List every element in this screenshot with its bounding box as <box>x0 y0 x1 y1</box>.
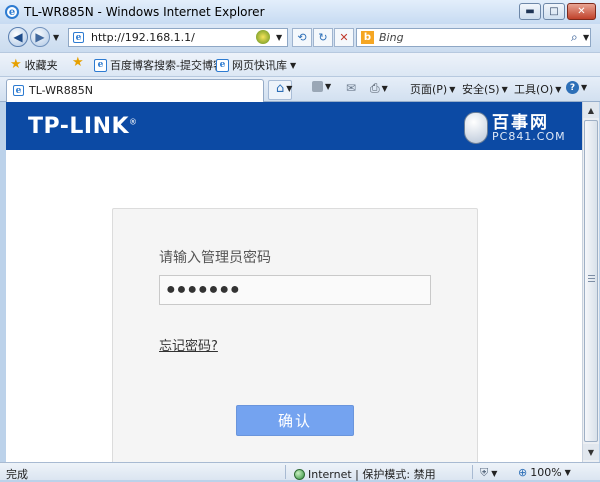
safety-menu-label: 安全(S) <box>462 83 500 96</box>
chevron-down-icon: ▼ <box>449 84 456 94</box>
password-prompt: 请输入管理员密码 <box>159 250 271 266</box>
watermark-site: PC841.COM <box>492 130 566 143</box>
page-menu[interactable]: 页面(P) ▼ <box>410 81 455 97</box>
search-options-dropdown[interactable]: ▼ <box>583 33 589 42</box>
page-menu-label: 页面(P) <box>410 83 448 96</box>
window-title-bar[interactable]: e TL-WR885N - Windows Internet Explorer … <box>0 0 600 24</box>
favorite-link-1[interactable]: e 百度博客搜索-提交博客 <box>94 57 224 73</box>
search-input[interactable]: b Bing ⌕ ▼ <box>356 28 591 47</box>
address-dropdown[interactable]: ▼ <box>276 33 282 42</box>
tab-label: TL-WR885N <box>29 84 93 97</box>
recent-pages-dropdown[interactable]: ▼ <box>53 33 59 42</box>
feeds-button[interactable]: ▼ <box>312 81 331 92</box>
chevron-down-icon: ▼ <box>564 468 571 477</box>
pc841-watermark: 百事网 PC841.COM <box>456 106 576 146</box>
favorites-label: 收藏夹 <box>24 59 58 72</box>
printer-icon: ⎙ <box>370 81 380 95</box>
status-divider <box>285 465 286 479</box>
favorite-link-2-label: 网页快讯库 <box>232 59 287 72</box>
zoom-button[interactable]: ⊕ 100% ▼ <box>518 466 571 479</box>
favorite-link-1-label: 百度博客搜索-提交博客 <box>110 59 224 72</box>
chevron-down-icon: ▼ <box>325 82 332 91</box>
confirm-button[interactable]: 确认 <box>236 405 354 436</box>
minimize-button[interactable]: ▬ <box>519 3 541 20</box>
compatibility-view-icon[interactable] <box>256 30 270 44</box>
zoom-level: 100% <box>530 466 562 479</box>
vertical-scrollbar[interactable]: ▲ ▼ <box>582 102 599 462</box>
tools-menu[interactable]: 工具(O) ▼ <box>514 81 561 97</box>
tab-page-icon: e <box>13 85 24 96</box>
maximize-button[interactable]: □ <box>543 3 565 20</box>
chevron-down-icon: ▼ <box>286 84 293 93</box>
home-button[interactable]: ⌂ ▼ <box>276 81 292 96</box>
forward-button[interactable]: ▶ <box>30 27 50 47</box>
safety-menu[interactable]: 安全(S) ▼ <box>462 81 508 97</box>
tools-menu-label: 工具(O) <box>514 83 554 96</box>
search-placeholder: Bing <box>379 31 404 44</box>
rss-feed-icon <box>312 81 323 92</box>
back-button[interactable]: ◀ <box>8 27 28 47</box>
tab-tl-wr885n[interactable]: e TL-WR885N <box>6 79 264 102</box>
bing-icon: b <box>361 31 374 44</box>
mouse-icon <box>464 112 488 144</box>
add-favorite-star-icon: ★ <box>72 55 84 70</box>
chevron-down-icon: ▼ <box>491 468 498 478</box>
router-header: TP-LINK® 百事网 PC841.COM <box>6 102 582 150</box>
scroll-thumb[interactable] <box>584 120 598 442</box>
window-title: TL-WR885N - Windows Internet Explorer <box>24 5 265 19</box>
mail-icon: ✉ <box>346 81 357 95</box>
scroll-down-arrow[interactable]: ▼ <box>583 444 599 460</box>
chevron-down-icon: ▼ <box>581 83 588 92</box>
web-slice-icon: e <box>216 58 229 72</box>
help-menu[interactable]: ? ▼ <box>566 81 587 94</box>
help-icon: ? <box>566 81 579 94</box>
home-icon: ⌂ <box>276 81 285 96</box>
read-mail-button[interactable]: ✉ <box>346 81 356 95</box>
close-button[interactable]: ✕ <box>567 3 596 20</box>
add-to-favorites-bar-button[interactable]: ★ <box>72 55 84 70</box>
admin-password-field[interactable] <box>159 275 431 305</box>
chevron-down-icon: ▼ <box>555 84 562 94</box>
address-input[interactable]: e http://192.168.1.1/ ▼ <box>68 28 288 47</box>
forgot-password-link[interactable]: 忘记密码? <box>159 335 218 354</box>
popup-blocker-button[interactable]: ⛨ ▼ <box>480 466 497 480</box>
scroll-up-arrow[interactable]: ▲ <box>583 102 599 118</box>
page-viewport: TP-LINK® 百事网 PC841.COM 请输入管理员密码 忘记密码? 确认 <box>6 102 582 462</box>
zoom-icon: ⊕ <box>518 466 528 479</box>
logo-text: TP-LINK <box>28 114 130 139</box>
registered-mark: ® <box>129 117 138 127</box>
chevron-down-icon: ▼ <box>290 60 297 70</box>
favorites-button[interactable]: ★ 收藏夹 <box>10 57 58 73</box>
favorite-link-2[interactable]: e 网页快讯库 ▼ <box>216 57 296 73</box>
status-bar: 完成 Internet | 保护模式: 禁用 ⛨ ▼ ⊕ 100% ▼ <box>0 462 600 481</box>
status-divider <box>472 465 473 479</box>
chevron-down-icon: ▼ <box>501 84 508 94</box>
chevron-down-icon: ▼ <box>381 84 388 93</box>
rss-compat-icon[interactable]: ⟲ <box>292 28 312 47</box>
ie-page-icon: e <box>94 58 107 72</box>
globe-icon <box>294 468 305 480</box>
favorites-star-icon: ★ <box>10 57 22 72</box>
refresh-icon[interactable]: ↻ <box>313 28 333 47</box>
favorites-bar: ★ 收藏夹 ★ e 百度博客搜索-提交博客 e 网页快讯库 ▼ <box>0 52 600 76</box>
ie-logo-icon: e <box>5 5 19 19</box>
address-url: http://192.168.1.1/ <box>91 31 195 44</box>
search-icon[interactable]: ⌕ <box>571 30 578 45</box>
page-icon: e <box>73 32 84 43</box>
stop-icon[interactable]: ✕ <box>334 28 354 47</box>
tp-link-logo: TP-LINK® <box>28 114 138 139</box>
print-button[interactable]: ⎙ ▼ <box>370 81 388 96</box>
shield-icon: ⛨ <box>480 466 489 479</box>
scroll-grip-icon <box>588 275 595 283</box>
login-card: 请输入管理员密码 忘记密码? 确认 <box>112 208 478 462</box>
